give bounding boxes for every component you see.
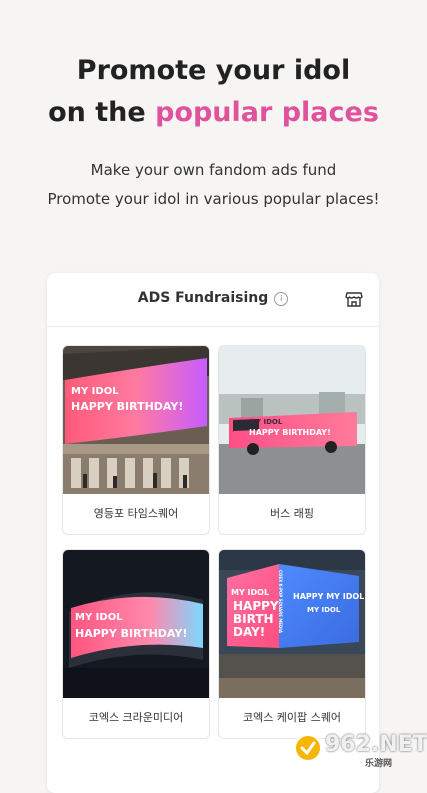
info-icon[interactable]: i [274,292,289,306]
billboard-line1: MY IDOL [249,418,283,426]
place-image-yeongdeungpo: MY IDOL HAPPY BIRTHDAY! [63,346,209,494]
billboard-line1: MY IDOL [231,588,270,597]
place-label: 영등포 타임스퀘어 [93,507,179,520]
hero-title-line2: on the popular places [0,92,427,134]
hero-title: Promote your idol on the popular places [0,50,427,134]
card-title: ADS Fundraising [137,290,269,306]
card-title-row: ADS Fundraising i [47,290,379,306]
billboard-line4: DAY! [233,625,266,639]
billboard-line2: HAPPY BIRTHDAY! [249,428,331,437]
billboard-line2: HAPPY BIRTHDAY! [75,627,188,640]
store-icon[interactable] [345,290,363,308]
hero-subtitle-line1: Make your own fandom ads fund [90,161,337,179]
billboard-line1: MY IDOL [75,612,123,623]
watermark-text: 962.NET [325,732,427,757]
watermark: 962.NET 乐游网 [291,732,427,769]
hero-title-prefix: on the [48,97,156,128]
billboard-side-line1: HAPPY MY IDOL DAY! [293,592,365,601]
billboard-line1: MY IDOL [71,386,119,397]
ads-fundraising-card: ADS Fundraising i MY IDOL HAPPY BIRTHDAY… [47,273,379,793]
card-header: ADS Fundraising i [47,273,379,327]
place-label: 버스 래핑 [270,507,314,520]
billboard-vertical-text: COEX K-POP SQUARE MEDIA [278,570,283,633]
hero-subtitle: Make your own fandom ads fund Promote yo… [0,156,427,214]
hero-title-line1: Promote your idol [76,55,351,86]
place-image-coex-crown-media: MY IDOL HAPPY BIRTHDAY! [63,550,209,698]
billboard-side-line2: MY IDOL [307,606,341,614]
place-label: 코엑스 크라운미디어 [88,711,184,724]
hero-title-accent: popular places [155,97,379,128]
hero-subtitle-line2: Promote your idol in various popular pla… [47,190,380,208]
place-image-bus-wrapping: MY IDOL HAPPY BIRTHDAY! [219,346,365,494]
place-image-coex-kpop-square: MY IDOL HAPPY BIRTH DAY! HAPPY MY IDOL D… [219,550,365,698]
place-tile-yeongdeungpo[interactable]: MY IDOL HAPPY BIRTHDAY! 영등포 타임스퀘어 [62,345,210,535]
place-tile-bus-wrapping[interactable]: MY IDOL HAPPY BIRTHDAY! 버스 래핑 [218,345,366,535]
watermark-logo-icon [294,734,322,762]
watermark-subtext: 乐游网 [365,759,393,769]
billboard-line2: HAPPY BIRTHDAY! [71,400,184,413]
place-tile-coex-kpop-square[interactable]: MY IDOL HAPPY BIRTH DAY! HAPPY MY IDOL D… [218,549,366,739]
place-tile-coex-crown-media[interactable]: MY IDOL HAPPY BIRTHDAY! 코엑스 크라운미디어 [62,549,210,739]
